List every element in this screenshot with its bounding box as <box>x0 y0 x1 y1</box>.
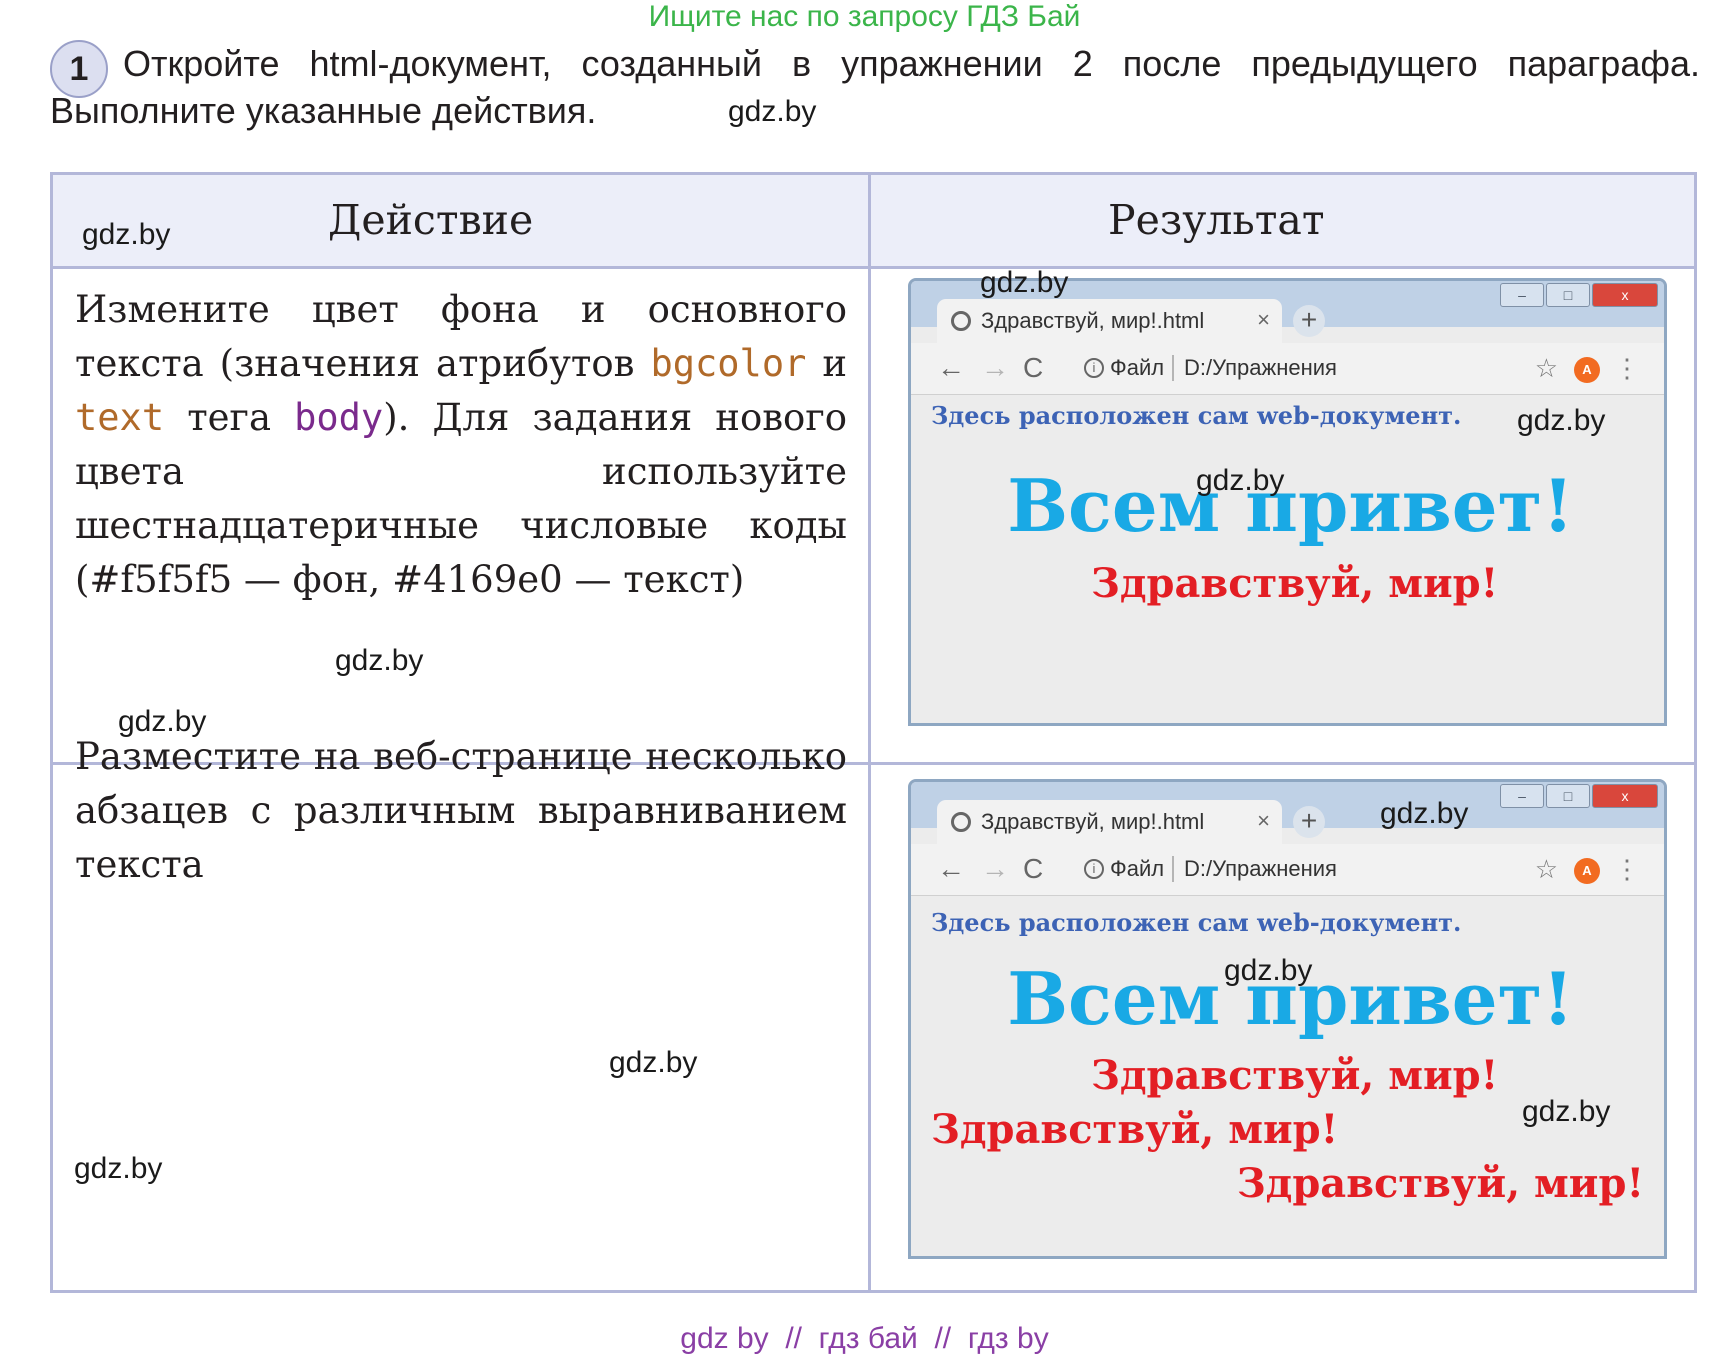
tab-title: Здравствуй, мир!.html <box>981 308 1205 333</box>
window-controls: – □ x <box>1500 283 1658 307</box>
back-arrow-icon[interactable]: ← <box>937 854 965 884</box>
close-icon[interactable]: × <box>1257 808 1270 834</box>
window-controls: – □ x <box>1500 784 1658 808</box>
attr-text: text <box>75 396 165 439</box>
toolbar: ← → C i Файл D:/Упражнения ☆ A ⋮ <box>911 343 1664 395</box>
header-action: Действие <box>328 196 534 244</box>
action-row2: Разместите на веб-странице несколько абз… <box>75 735 847 886</box>
info-icon[interactable]: i <box>1084 358 1104 378</box>
browser-window-2: – □ x Здравствуй, мир!.html × + ← → C i … <box>908 779 1667 1259</box>
footer: gdz by // гдз бай // гдз by <box>680 1322 1049 1355</box>
watermark: gdz.by <box>609 1046 698 1079</box>
watermark: gdz.by <box>74 1152 163 1185</box>
address-bar[interactable]: i Файл D:/Упражнения <box>1076 852 1536 888</box>
action-row1: Измените цвет фона и основного текста (з… <box>75 283 847 607</box>
close-window-button[interactable]: x <box>1592 283 1658 307</box>
address-scheme: Файл <box>1110 355 1165 380</box>
reload-icon[interactable]: C <box>1023 353 1043 383</box>
page-content: Здесь расположен сам web-документ. Всем … <box>931 397 1650 717</box>
attr-bgcolor: bgcolor <box>650 342 807 385</box>
address-separator <box>1172 355 1174 381</box>
reload-icon[interactable]: C <box>1023 854 1043 884</box>
extension-icon[interactable]: A <box>1574 357 1600 383</box>
column-divider <box>868 175 871 1290</box>
hello-line-right: Здравствуй, мир! <box>1236 1160 1644 1207</box>
close-icon[interactable]: × <box>1257 307 1270 333</box>
watermark: gdz.by <box>335 644 424 677</box>
toolbar: ← → C i Файл D:/Упражнения ☆ A ⋮ <box>911 844 1664 896</box>
star-icon[interactable]: ☆ <box>1535 353 1558 383</box>
browser-tab[interactable]: Здравствуй, мир!.html × <box>937 299 1282 343</box>
address-separator <box>1172 856 1174 882</box>
tag-body: body <box>294 396 384 439</box>
browser-tab[interactable]: Здравствуй, мир!.html × <box>937 800 1282 844</box>
page-content: Здесь расположен сам web-документ. Всем … <box>931 898 1650 1254</box>
info-icon[interactable]: i <box>1084 859 1104 879</box>
browser-window-1: – □ x Здравствуй, мир!.html × + ← → C i … <box>908 278 1667 726</box>
tab-title: Здравствуй, мир!.html <box>981 809 1205 834</box>
watermark: gdz.by <box>728 95 817 128</box>
address-bar[interactable]: i Файл D:/Упражнения <box>1076 351 1536 387</box>
watermark: gdz.by <box>980 266 1069 299</box>
minimize-button[interactable]: – <box>1500 784 1544 808</box>
plus-icon[interactable]: + <box>1293 305 1325 337</box>
watermark: gdz.by <box>82 218 171 251</box>
forward-arrow-icon[interactable]: → <box>981 353 1009 383</box>
circle-icon <box>951 812 971 832</box>
watermark: gdz.by <box>1517 404 1606 437</box>
watermark: gdz.by <box>1380 797 1469 830</box>
task-text: Откройте html-документ, созданный в упра… <box>50 43 1700 131</box>
address-scheme: Файл <box>1110 856 1165 881</box>
watermark: gdz.by <box>1196 464 1285 497</box>
hello-line: Здравствуй, мир! <box>1091 560 1499 607</box>
watermark: gdz.by <box>1224 954 1313 987</box>
doc-line: Здесь расположен сам web-документ. <box>931 401 1462 430</box>
task-number-badge: 1 <box>50 40 108 98</box>
hello-line-center: Здравствуй, мир! <box>1091 1052 1499 1099</box>
greeting-heading: Всем привет! <box>1007 463 1574 548</box>
plus-icon[interactable]: + <box>1293 806 1325 838</box>
maximize-button[interactable]: □ <box>1546 283 1590 307</box>
task-intro: 1 Откройте html-документ, созданный в уп… <box>50 40 1700 134</box>
header-result: Результат <box>1108 196 1325 244</box>
kebab-menu-icon[interactable]: ⋮ <box>1614 353 1640 383</box>
circle-icon <box>951 311 971 331</box>
watermark: gdz.by <box>118 705 207 738</box>
hello-line-left: Здравствуй, мир! <box>931 1106 1339 1153</box>
watermark: gdz.by <box>1522 1095 1611 1128</box>
action-row1-tag-word: тега <box>187 396 271 439</box>
action-row1-and: и <box>822 342 847 385</box>
task-table: Действие Результат Измените цвет фона и … <box>50 172 1697 1293</box>
close-window-button[interactable]: x <box>1592 784 1658 808</box>
address-path: D:/Упражнения <box>1184 856 1337 881</box>
doc-line: Здесь расположен сам web-документ. <box>931 908 1462 937</box>
kebab-menu-icon[interactable]: ⋮ <box>1614 854 1640 884</box>
table-header-row <box>53 175 1694 269</box>
forward-arrow-icon[interactable]: → <box>981 854 1009 884</box>
maximize-button[interactable]: □ <box>1546 784 1590 808</box>
star-icon[interactable]: ☆ <box>1535 854 1558 884</box>
minimize-button[interactable]: – <box>1500 283 1544 307</box>
back-arrow-icon[interactable]: ← <box>937 353 965 383</box>
top-banner: Ищите нас по запросу ГДЗ Бай <box>648 0 1081 33</box>
extension-icon[interactable]: A <box>1574 858 1600 884</box>
address-path: D:/Упражнения <box>1184 355 1337 380</box>
